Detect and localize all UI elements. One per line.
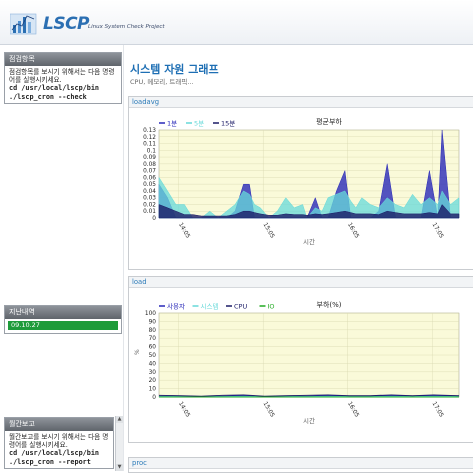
y-tick-label: 0.01 (143, 209, 156, 215)
check-items-cmd2: ./lscp_cron --check (9, 93, 117, 101)
page-subtitle: CPU, 메모리, 트래픽... (130, 76, 194, 86)
y-tick-label: 10 (149, 387, 157, 393)
check-items-cmd1: cd /usr/local/lscp/bin (9, 84, 117, 92)
check-items-body: 점검항목를 보시기 위해서는 다음 명령어를 실행시키세요. cd /usr/l… (5, 66, 121, 103)
y-tick-label: 0.09 (143, 155, 156, 161)
logo-text: LSCP (43, 14, 89, 34)
x-tick-label: 15:05 (261, 222, 275, 240)
y-tick-label: 40 (149, 361, 157, 367)
main-content: 시스템 자원 그래프 CPU, 메모리, 트래픽... loadavg 평균부하… (127, 45, 473, 471)
logo-icon (10, 10, 40, 36)
loadavg-panel-title[interactable]: loadavg (129, 97, 473, 108)
monthly-report-cmd1: cd /usr/local/lscp/bin (9, 449, 109, 457)
monthly-report-desc: 월간보고를 보시기 위해서는 다음 명령어를 실행시키세요. (9, 433, 109, 449)
x-tick-label: 14:05 (177, 401, 191, 419)
x-tick-label: 17:05 (431, 222, 445, 240)
monthly-report-title: 월간보고 (5, 418, 113, 431)
y-tick-label: 0 (152, 216, 156, 222)
legend-label: 사용자 (167, 302, 185, 311)
y-tick-label: 50 (149, 353, 157, 359)
y-tick-label: 70 (149, 336, 157, 342)
y-tick-label: 60 (149, 345, 157, 351)
y-tick-label: 0 (152, 395, 156, 401)
legend-label: 15분 (221, 120, 235, 128)
y-tick-label: 20 (149, 378, 157, 384)
chart-title: 평균부하 (316, 117, 342, 126)
page-title: 시스템 자원 그래프 (130, 61, 219, 77)
legend-label: CPU (234, 303, 247, 311)
y-tick-label: 0.13 (143, 128, 156, 134)
check-items-box: 점검항목 점검항목를 보시기 위해서는 다음 명령어를 실행시키세요. cd /… (4, 52, 122, 104)
y-tick-label: 0.03 (143, 196, 156, 202)
load-panel: load 부하(%) 사용자 시스템 CPU IO 0 10 20 30 40 50 60 70 80 90… (128, 276, 473, 443)
y-tick-label: 0.02 (143, 202, 156, 208)
y-tick-label: 0.12 (143, 135, 156, 141)
x-tick-label: 16:05 (346, 222, 360, 240)
y-axis-label: % (134, 349, 141, 355)
monthly-report-body: 월간보고를 보시기 위해서는 다음 명령어를 실행시키세요. cd /usr/l… (5, 431, 113, 468)
history-title: 지난내역 (5, 306, 121, 319)
scroll-up-icon[interactable]: ▲ (116, 416, 123, 423)
check-items-desc: 점검항목를 보시기 위해서는 다음 명령어를 실행시키세요. (9, 68, 117, 84)
chart-title: 부하(%) (317, 300, 342, 309)
load-chart: 부하(%) 사용자 시스템 CPU IO 0 10 20 30 40 50 60 70 80 90 100 14… (129, 288, 473, 441)
x-tick-label: 17:05 (431, 401, 445, 419)
y-tick-label: 30 (149, 370, 157, 376)
x-axis-label: 시간 (303, 416, 315, 425)
y-tick-label: 0.07 (143, 169, 156, 175)
x-axis-label: 시간 (303, 237, 315, 246)
loadavg-panel: loadavg 평균부하 1분 5분 15분 00.010.020.030.040.05… (128, 96, 473, 270)
sidebar: 점검항목 점검항목를 보시기 위해서는 다음 명령어를 실행시키세요. cd /… (0, 45, 124, 471)
scroll-down-icon[interactable]: ▼ (116, 464, 123, 471)
logo-subtitle: Linux System Check Project (88, 24, 165, 30)
legend-label: 5분 (194, 120, 204, 128)
x-tick-label: 16:05 (346, 401, 360, 419)
y-tick-label: 100 (145, 311, 156, 317)
y-tick-label: 0.06 (143, 175, 156, 181)
y-tick-label: 90 (149, 319, 157, 325)
y-tick-label: 0.04 (143, 189, 156, 195)
load-panel-title[interactable]: load (129, 277, 473, 288)
y-tick-label: 80 (149, 328, 157, 334)
x-tick-label: 15:05 (261, 401, 275, 419)
proc-panel-title[interactable]: proc (129, 458, 473, 469)
header: LSCP Linux System Check Project (0, 0, 473, 45)
legend-label: IO (268, 303, 275, 311)
y-tick-label: 0.1 (147, 148, 157, 154)
monthly-report-box: 월간보고 월간보고를 보시기 위해서는 다음 명령어를 실행시키세요. cd /… (4, 417, 114, 469)
loadavg-chart: 평균부하 1분 5분 15분 00.010.020.030.040.050.060.07… (129, 108, 473, 268)
y-tick-label: 0.11 (143, 142, 156, 148)
history-box: 지난내역 09.10.27 (4, 305, 122, 334)
legend-label: 시스템 (201, 303, 219, 311)
legend-label: 1분 (167, 120, 177, 128)
history-item[interactable]: 09.10.27 (8, 321, 118, 330)
check-items-title: 점검항목 (5, 53, 121, 66)
scrollbar[interactable]: ▲ ▼ (115, 416, 123, 471)
y-tick-label: 0.05 (143, 182, 156, 188)
monthly-report-cmd2: ./lscp_cron --report (9, 458, 109, 466)
x-tick-label: 14:05 (177, 222, 191, 240)
y-tick-label: 0.08 (143, 162, 156, 168)
